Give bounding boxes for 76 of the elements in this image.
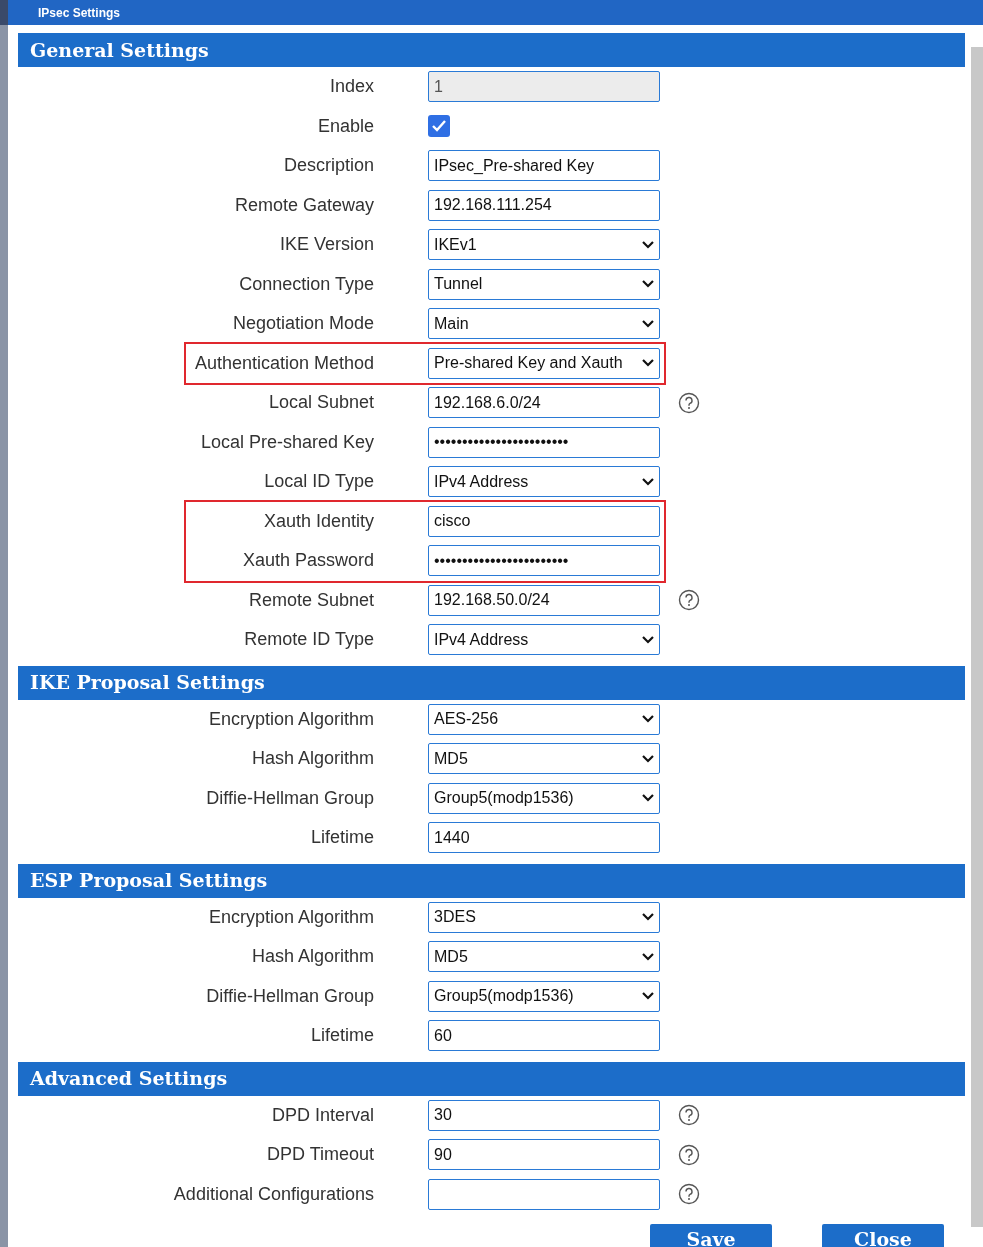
field-label: Hash Algorithm — [251, 747, 374, 771]
chevron-down-icon — [642, 359, 654, 368]
password-field[interactable]: •••••••••••••••••••••••• — [428, 545, 660, 577]
field-label: Local Subnet — [268, 391, 374, 415]
dropdown[interactable]: AES-256 — [428, 703, 660, 735]
field-label: Remote Subnet — [248, 588, 374, 612]
checkbox[interactable] — [428, 115, 450, 138]
field-label: Enable — [317, 114, 374, 138]
input-field[interactable]: 30 — [428, 1099, 660, 1131]
chevron-down-icon — [642, 754, 654, 763]
help-icon[interactable] — [678, 1183, 700, 1206]
chevron-down-icon — [642, 952, 654, 961]
field-label: IKE Version — [279, 233, 374, 257]
input-field[interactable]: 60 — [428, 1020, 660, 1052]
dropdown[interactable]: IKEv1 — [428, 229, 660, 261]
input-field[interactable]: 192.168.50.0/24 — [428, 584, 660, 616]
dropdown[interactable]: IPv4 Address — [428, 466, 660, 498]
dropdown[interactable]: IPv4 Address — [428, 624, 660, 656]
section-header: Advanced Settings — [18, 1061, 965, 1096]
chevron-down-icon — [642, 280, 654, 289]
action-button[interactable]: Save — [650, 1224, 772, 1247]
section-header: IKE Proposal Settings — [18, 665, 965, 700]
chevron-down-icon — [642, 992, 654, 1001]
input-field[interactable]: 192.168.111.254 — [428, 189, 660, 221]
field-label: Remote ID Type — [244, 628, 374, 652]
field-label: Diffie-Hellman Group — [206, 786, 374, 810]
chevron-down-icon — [642, 319, 654, 328]
input-field[interactable]: 1440 — [428, 822, 660, 854]
field-label: Diffie-Hellman Group — [206, 984, 374, 1008]
field-label: Encryption Algorithm — [208, 905, 374, 929]
chevron-down-icon — [642, 794, 654, 803]
help-icon[interactable] — [678, 391, 700, 414]
password-field[interactable]: •••••••••••••••••••••••• — [428, 426, 660, 458]
field-label: DPD Interval — [271, 1103, 374, 1127]
field-label: Description — [283, 154, 374, 178]
field-label: Index — [329, 75, 374, 99]
chevron-down-icon — [642, 715, 654, 724]
chevron-down-icon — [642, 913, 654, 922]
checkmark-icon — [431, 119, 447, 134]
field-label: Connection Type — [239, 272, 374, 296]
input-field[interactable] — [428, 1178, 660, 1210]
field-label: Lifetime — [310, 1024, 374, 1048]
field-label: Lifetime — [310, 826, 374, 850]
dropdown[interactable]: Group5(modp1536) — [428, 782, 660, 814]
help-icon[interactable] — [678, 1104, 700, 1127]
chevron-down-icon — [642, 477, 654, 486]
dropdown[interactable]: 3DES — [428, 901, 660, 933]
section-header: General Settings — [18, 33, 965, 67]
input-field[interactable]: cisco — [428, 505, 660, 537]
help-icon[interactable] — [678, 1143, 700, 1166]
input-field[interactable]: 90 — [428, 1139, 660, 1171]
section-header: ESP Proposal Settings — [18, 863, 965, 898]
dropdown[interactable]: MD5 — [428, 743, 660, 775]
field-label: Xauth Identity — [263, 509, 374, 533]
field-label: Local Pre-shared Key — [200, 430, 374, 454]
dropdown[interactable]: Group5(modp1536) — [428, 980, 660, 1012]
window-title: IPsec Settings — [38, 4, 121, 22]
dropdown[interactable]: MD5 — [428, 941, 660, 973]
field-label: Remote Gateway — [234, 193, 374, 217]
field-label: Additional Configurations — [173, 1182, 374, 1206]
help-icon[interactable] — [678, 589, 700, 612]
input-field[interactable]: 192.168.6.0/24 — [428, 387, 660, 419]
chevron-down-icon — [642, 240, 654, 249]
field-label: Negotiation Mode — [232, 312, 374, 336]
dropdown[interactable]: Main — [428, 308, 660, 340]
field-label: DPD Timeout — [266, 1143, 374, 1167]
action-button[interactable]: Close — [822, 1224, 944, 1247]
field-label: Hash Algorithm — [251, 945, 374, 969]
field-label: Local ID Type — [264, 470, 374, 494]
dropdown[interactable]: Pre-shared Key and Xauth — [428, 347, 660, 379]
field-label: Xauth Password — [242, 549, 374, 573]
chevron-down-icon — [642, 635, 654, 644]
input-field[interactable]: IPsec_Pre-shared Key — [428, 150, 660, 182]
field-label: Encryption Algorithm — [208, 707, 374, 731]
field-label: Authentication Method — [194, 351, 374, 375]
dropdown[interactable]: Tunnel — [428, 268, 660, 300]
